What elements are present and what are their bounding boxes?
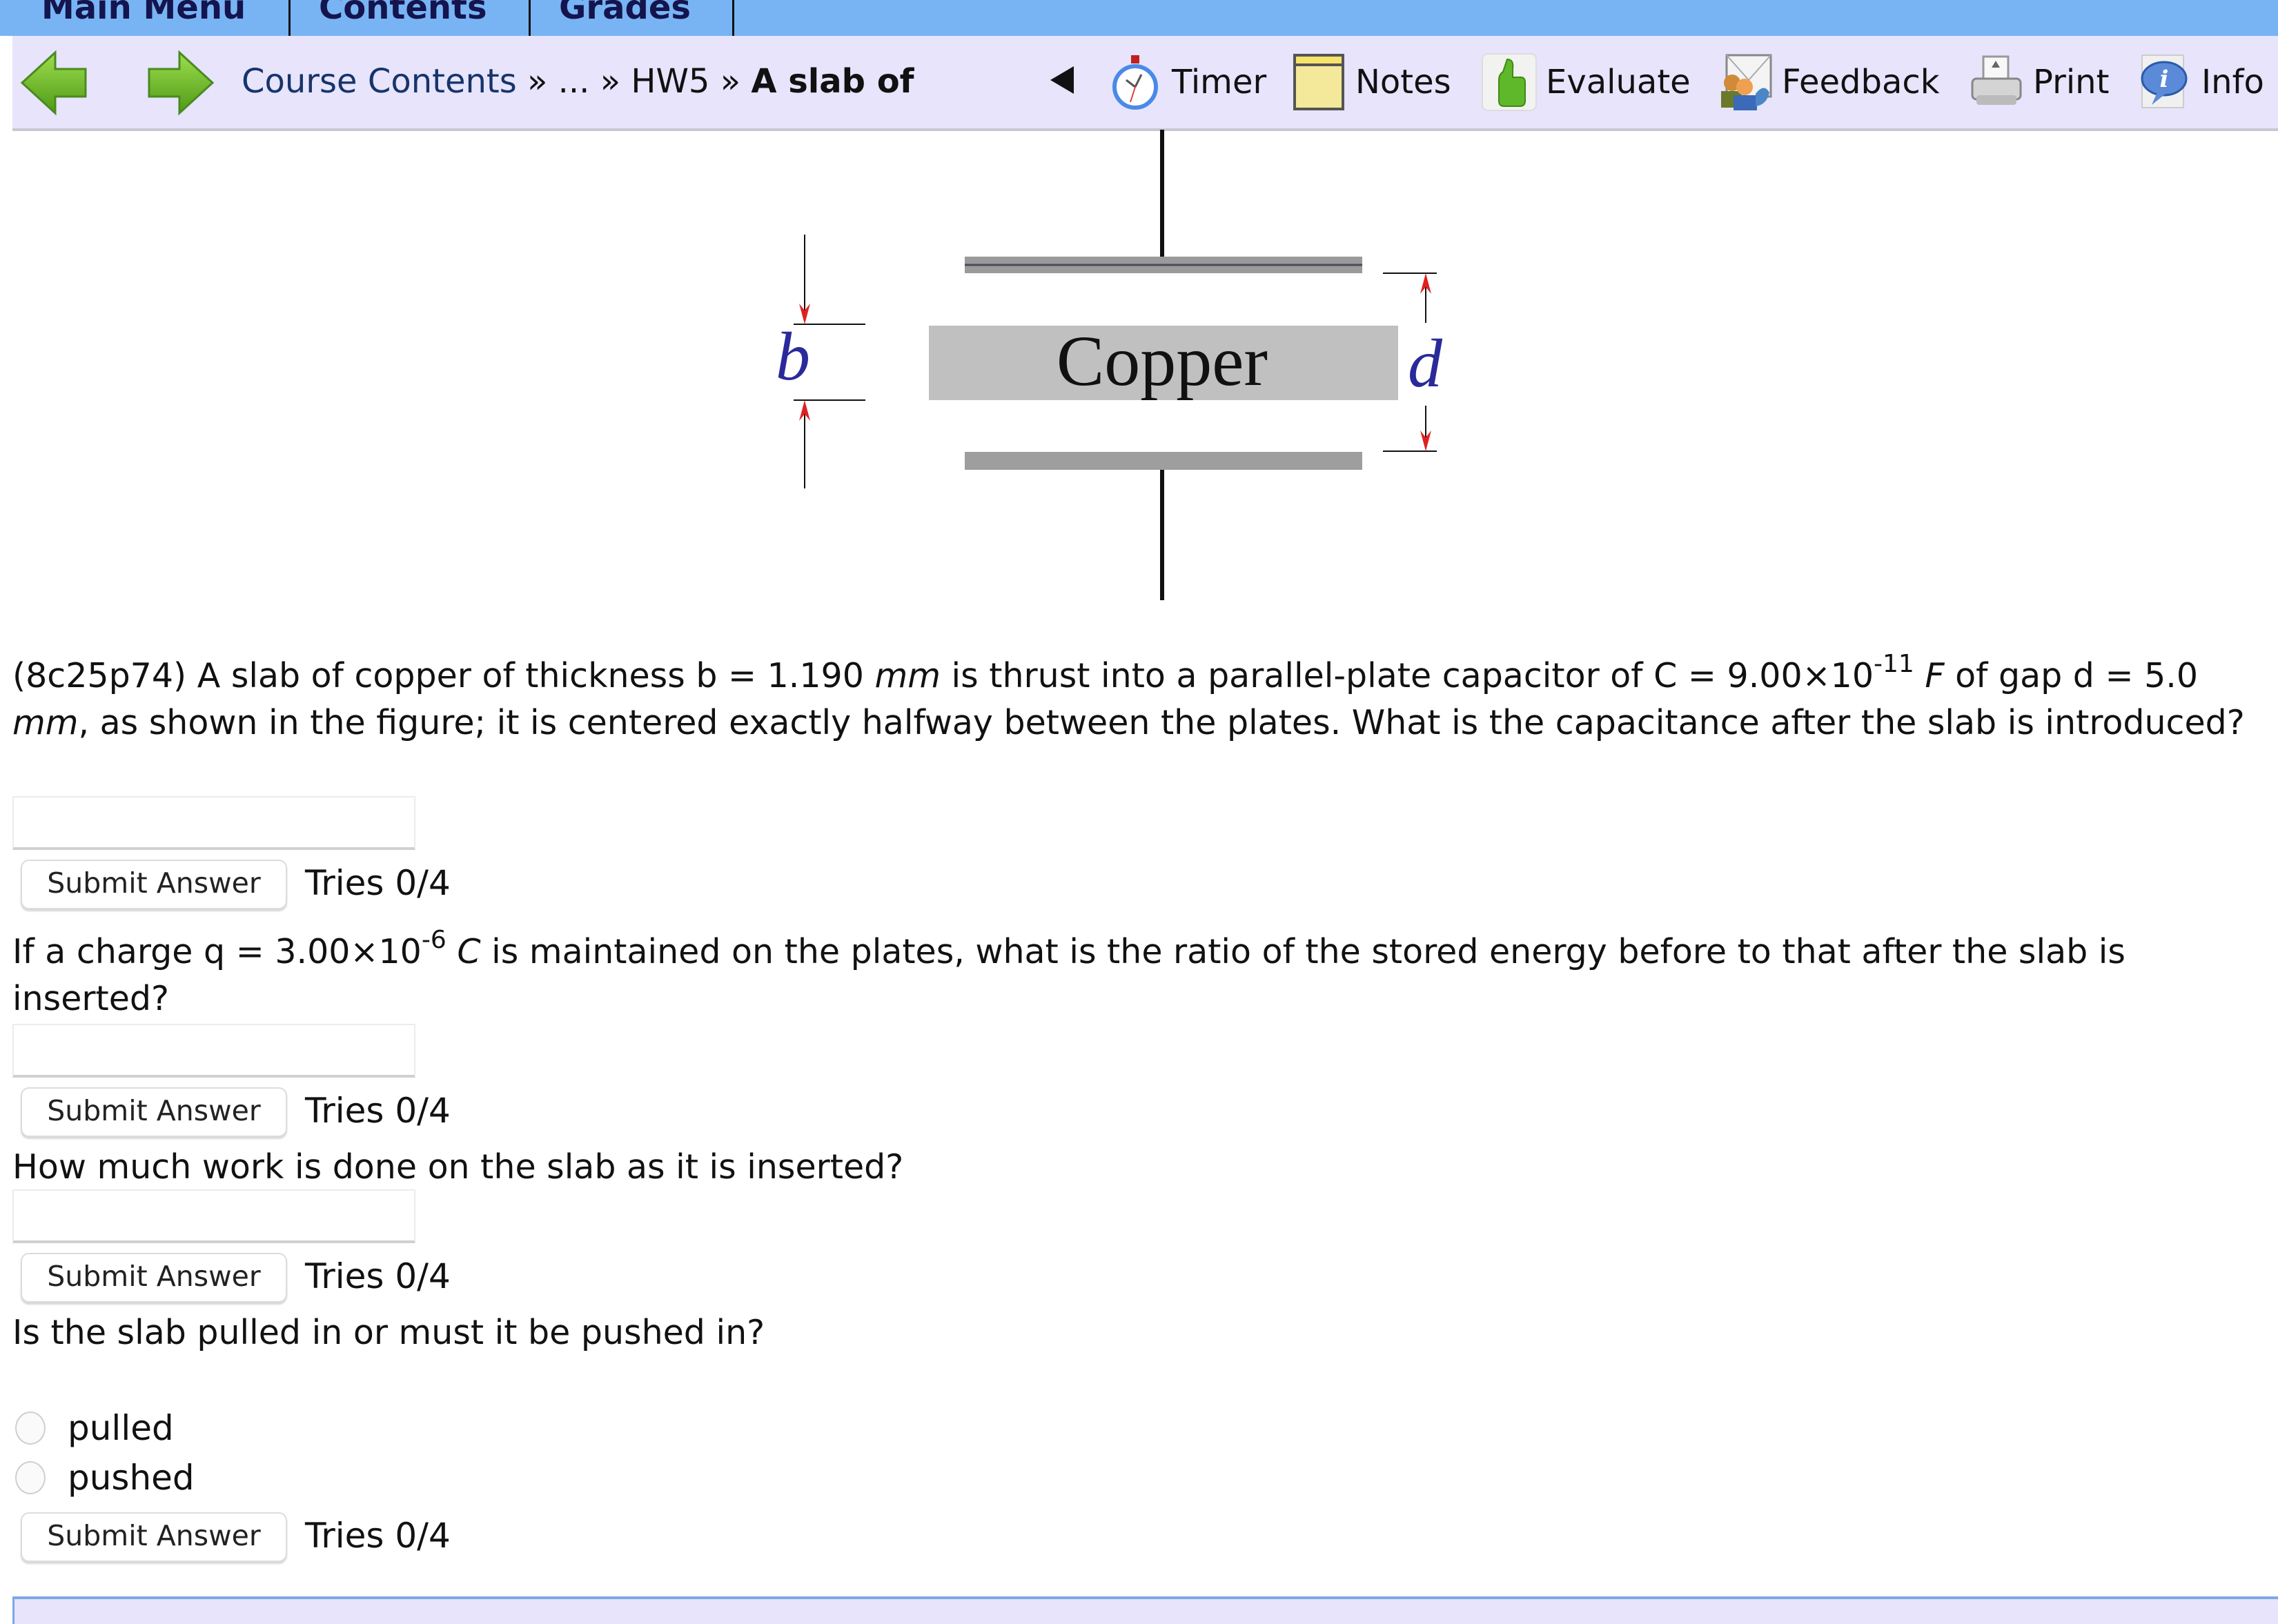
breadcrumb: Course Contents » ... » HW5 » A slab of bbox=[242, 61, 914, 102]
tab-divider bbox=[529, 0, 531, 36]
feedback-label: Feedback bbox=[1782, 63, 1940, 101]
question-2-text: If a charge q = 3.00×10-6 C is maintaine… bbox=[12, 926, 2262, 1022]
tab-contents[interactable]: Contents bbox=[319, 0, 487, 36]
tries-4-counter: Tries 0/4 bbox=[305, 1516, 451, 1556]
unit-farad: F bbox=[1925, 656, 1945, 695]
timer-button[interactable]: Timer bbox=[1107, 51, 1266, 113]
question-4-text: Is the slab pulled in or must it be push… bbox=[12, 1313, 765, 1352]
notes-label: Notes bbox=[1355, 63, 1451, 101]
breadcrumb-course-contents[interactable]: Course Contents bbox=[242, 62, 517, 101]
exponent: -6 bbox=[421, 926, 446, 954]
print-label: Print bbox=[2033, 63, 2110, 101]
question-1-text: (8c25p74) A slab of copper of thickness … bbox=[12, 650, 2262, 746]
q1-text-part: , as shown in the figure; it is centered… bbox=[78, 703, 2245, 742]
info-bubble-icon: i bbox=[2141, 55, 2188, 108]
radio-pulled[interactable] bbox=[15, 1412, 46, 1445]
printer-icon bbox=[1971, 55, 2022, 105]
submit-answer-2-button[interactable]: Submit Answer bbox=[21, 1087, 287, 1137]
timer-label: Timer bbox=[1172, 63, 1267, 101]
collapse-toolbar-icon[interactable] bbox=[1050, 66, 1074, 94]
q2-text-part: If a charge q = 3.00×10 bbox=[12, 932, 422, 971]
evaluate-button[interactable]: Evaluate bbox=[1481, 51, 1691, 113]
top-tab-bar: Main Menu Contents Grades bbox=[0, 0, 2278, 36]
slab-label: Copper bbox=[1057, 321, 1268, 401]
answer-2-input[interactable] bbox=[12, 1024, 415, 1078]
radio-pushed[interactable] bbox=[15, 1461, 46, 1494]
stopwatch-icon bbox=[1112, 55, 1158, 110]
tries-3-counter: Tries 0/4 bbox=[305, 1256, 451, 1296]
option-pulled-label[interactable]: pulled bbox=[68, 1408, 174, 1448]
answer-3-input[interactable] bbox=[12, 1189, 415, 1243]
breadcrumb-separator: » bbox=[720, 62, 741, 101]
bottom-navigation-bar bbox=[12, 1596, 2278, 1624]
q1-text-part: is thrust into a parallel-plate capacito… bbox=[940, 656, 1874, 695]
tab-divider bbox=[288, 0, 291, 36]
unit-mm: mm bbox=[874, 656, 941, 695]
navigation-bar: Course Contents » ... » HW5 » A slab of … bbox=[12, 36, 2278, 131]
submit-answer-4-button[interactable]: Submit Answer bbox=[21, 1512, 287, 1562]
info-button[interactable]: i Info bbox=[2137, 51, 2264, 113]
unit-coulomb: C bbox=[457, 932, 481, 971]
q1-text-part: of gap d = 5.0 bbox=[1944, 656, 2199, 695]
answer-1-input[interactable] bbox=[12, 796, 415, 850]
info-label: Info bbox=[2201, 63, 2264, 101]
thumbs-up-icon bbox=[1482, 53, 1537, 111]
forward-arrow-icon[interactable] bbox=[144, 50, 215, 116]
breadcrumb-hw5[interactable]: HW5 bbox=[631, 62, 709, 101]
print-button[interactable]: Print bbox=[1968, 51, 2109, 113]
feedback-button[interactable]: Feedback bbox=[1717, 51, 1940, 113]
tab-grades[interactable]: Grades bbox=[559, 0, 691, 36]
capacitor-figure: Copper b d bbox=[776, 130, 1443, 600]
problem-id: (8c25p74) bbox=[12, 656, 187, 695]
b-label: b bbox=[776, 318, 810, 395]
breadcrumb-separator: » bbox=[527, 62, 548, 101]
notepad-icon bbox=[1293, 54, 1344, 110]
tab-main-menu[interactable]: Main Menu bbox=[41, 0, 246, 36]
unit-mm: mm bbox=[12, 703, 79, 742]
q1-text-part: A slab of copper of thickness b = 1.190 bbox=[186, 656, 875, 695]
bottom-plate bbox=[965, 452, 1362, 470]
submit-answer-3-button[interactable]: Submit Answer bbox=[21, 1253, 287, 1303]
breadcrumb-separator: » bbox=[600, 62, 621, 101]
evaluate-label: Evaluate bbox=[1546, 63, 1691, 101]
tries-2-counter: Tries 0/4 bbox=[305, 1091, 451, 1131]
back-arrow-icon[interactable] bbox=[19, 50, 91, 116]
submit-answer-1-button[interactable]: Submit Answer bbox=[21, 860, 287, 909]
tab-divider bbox=[732, 0, 734, 36]
option-pushed-label[interactable]: pushed bbox=[68, 1458, 195, 1498]
svg-text:i: i bbox=[2160, 66, 2169, 93]
option-pushed[interactable]: pushed bbox=[15, 1457, 195, 1498]
tries-1-counter: Tries 0/4 bbox=[305, 863, 451, 903]
option-pulled[interactable]: pulled bbox=[15, 1407, 174, 1449]
breadcrumb-ellipsis[interactable]: ... bbox=[558, 62, 590, 101]
notes-button[interactable]: Notes bbox=[1290, 51, 1451, 113]
d-label: d bbox=[1408, 325, 1443, 402]
exponent: -11 bbox=[1874, 650, 1914, 678]
feedback-envelope-icon bbox=[1721, 54, 1772, 110]
question-3-text: How much work is done on the slab as it … bbox=[12, 1147, 904, 1187]
breadcrumb-current-page: A slab of bbox=[751, 62, 914, 101]
